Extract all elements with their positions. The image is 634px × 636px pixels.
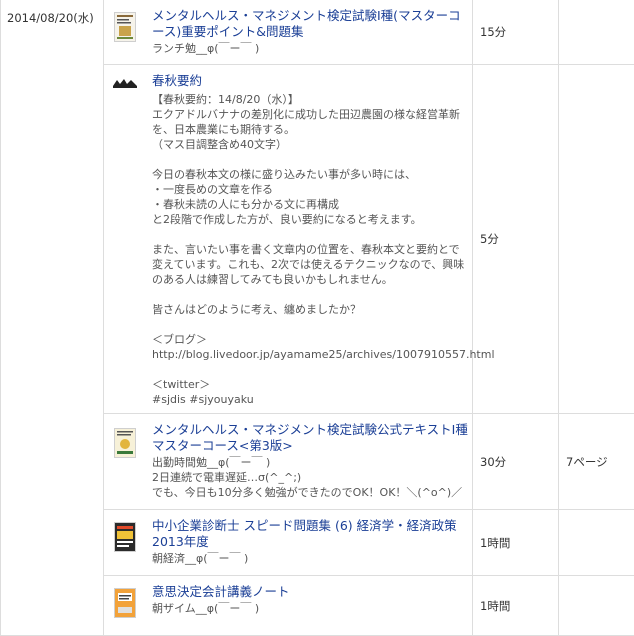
entry-cell: 意思決定会計講義ノート 朝ザイム__φ(￣ー￣ ) [104,576,473,636]
pages-cell: 7ページ [559,414,634,510]
entry-memo: 朝ザイム__φ(￣ー￣ ) [152,601,468,616]
entry-memo: 出勤時間勉__φ(￣ー￣ ) 2日連続で電車遅延…σ(^_^;) でも、今日も1… [152,455,468,500]
study-time-cell: 15分 [473,0,559,65]
book-cover-icon[interactable] [114,12,136,42]
book-cover-icon[interactable] [114,522,136,552]
book-title-link[interactable]: メンタルヘルス・マネジメント検定試験Ⅰ種(マスターコース)重要ポイント&問題集 [152,8,468,40]
entry-memo: 朝経済__φ(￣ー￣ ) [152,551,468,566]
entry-cell: メンタルヘルス・マネジメント検定試験公式テキストⅠ種マスターコース<第3版> 出… [104,414,473,510]
table-row: 2014/08/20(水) メンタルヘルス・マネジメント検定試験Ⅰ種(マスターコ… [1,0,634,65]
book-cover-icon[interactable] [114,588,136,618]
pages-cell [559,65,634,414]
book-title-link[interactable]: 意思決定会計講義ノート [152,584,468,600]
pages-cell [559,0,634,65]
book-title-link[interactable]: 中小企業診断士 スピード問題集 (6) 経済学・経済政策 2013年度 [152,518,468,550]
study-time-cell: 1時間 [473,576,559,636]
pages-cell [559,510,634,576]
study-log-table: 2014/08/20(水) メンタルヘルス・マネジメント検定試験Ⅰ種(マスターコ… [0,0,634,636]
entry-cell: 春秋要約 【春秋要約：14/8/20（水）】 エクアドルバナナの差別化に成功した… [104,65,473,414]
book-title-link[interactable]: メンタルヘルス・マネジメント検定試験公式テキストⅠ種マスターコース<第3版> [152,422,468,454]
study-time-cell: 30分 [473,414,559,510]
entry-cell: 中小企業診断士 スピード問題集 (6) 経済学・経済政策 2013年度 朝経済_… [104,510,473,576]
newspaper-logo-icon[interactable] [112,77,138,91]
book-cover-icon[interactable] [114,428,136,458]
pages-cell [559,576,634,636]
study-time-cell: 1時間 [473,510,559,576]
entry-memo: 【春秋要約：14/8/20（水）】 エクアドルバナナの差別化に成功した田辺農園の… [152,92,468,407]
book-title-link[interactable]: 春秋要約 [152,73,468,89]
entry-cell: メンタルヘルス・マネジメント検定試験Ⅰ種(マスターコース)重要ポイント&問題集 … [104,0,473,65]
date-cell: 2014/08/20(水) [1,0,104,636]
study-time-cell: 5分 [473,65,559,414]
entry-memo: ランチ勉__φ(￣ー￣ ) [152,41,468,56]
